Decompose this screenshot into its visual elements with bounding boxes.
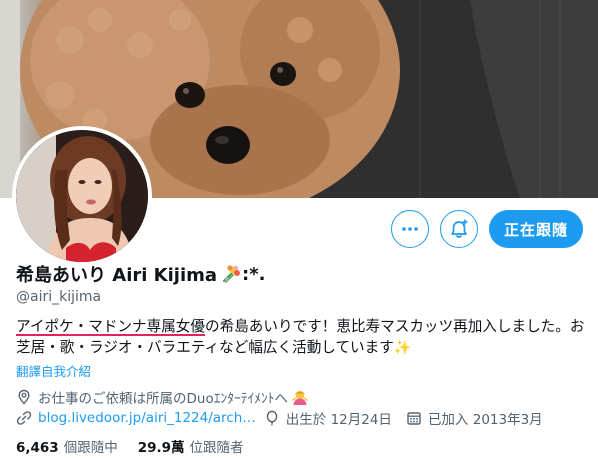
following-count: 6,463 <box>16 440 59 456</box>
following-button[interactable]: 正在跟隨 <box>489 210 583 248</box>
birthday-item: 出生於 12月24日 <box>264 408 392 428</box>
location-text: お仕事のご依頼は所属のDuoｴﾝﾀｰﾃｲﾒﾝﾄへ <box>38 391 288 407</box>
bell-plus-icon <box>451 219 468 238</box>
follow-stats: 6,463 個跟隨中 29.9萬 位跟隨者 <box>16 436 264 456</box>
bouquet-emoji <box>222 265 241 283</box>
followers-count: 29.9萬 <box>137 440 185 456</box>
link-icon <box>16 411 32 425</box>
notifications-button[interactable] <box>440 210 478 248</box>
person-bowing-emoji <box>292 390 308 405</box>
calendar-icon <box>407 412 421 425</box>
sparkle-emoji: ✨ <box>393 340 412 356</box>
website-link[interactable]: blog.livedoor.jp/airi_1224/arch… <box>38 410 256 426</box>
avatar[interactable] <box>12 126 152 266</box>
avatar-photo <box>16 130 148 262</box>
name-suffix: :*. <box>242 263 266 285</box>
more-icon <box>402 227 418 231</box>
meta-details-row: blog.livedoor.jp/airi_1224/arch… 出生於 12月… <box>16 408 543 428</box>
bio: アイポケ・マドンナ専属女優の希島あいりです！恵比寿マスカッツ再加入しました。お芝… <box>16 316 586 359</box>
joined-text: 已加入 2013年3月 <box>427 412 543 428</box>
followers-label: 位跟隨者 <box>189 440 244 456</box>
name-row: 希島あいり Airi Kijima :*. <box>16 262 266 287</box>
following-label: 個跟隨中 <box>63 440 118 456</box>
more-button[interactable] <box>391 210 429 248</box>
bio-highlight: アイポケ・マドンナ専属女優 <box>16 318 205 335</box>
display-name: 希島あいり Airi Kijima <box>16 265 218 286</box>
handle: @airi_kijima <box>16 289 102 305</box>
location-row: お仕事のご依頼は所属のDuoｴﾝﾀｰﾃｲﾒﾝﾄへ <box>16 387 309 407</box>
translate-bio-link[interactable]: 翻譯自我介紹 <box>16 361 91 380</box>
following-stat[interactable]: 6,463 個跟隨中 <box>16 436 118 456</box>
birthday-text: 出生於 12月24日 <box>285 412 392 428</box>
followers-stat[interactable]: 29.9萬 位跟隨者 <box>138 436 244 456</box>
joined-item: 已加入 2013年3月 <box>406 408 543 428</box>
location-pin-icon <box>18 389 30 405</box>
balloon-icon <box>266 410 278 426</box>
